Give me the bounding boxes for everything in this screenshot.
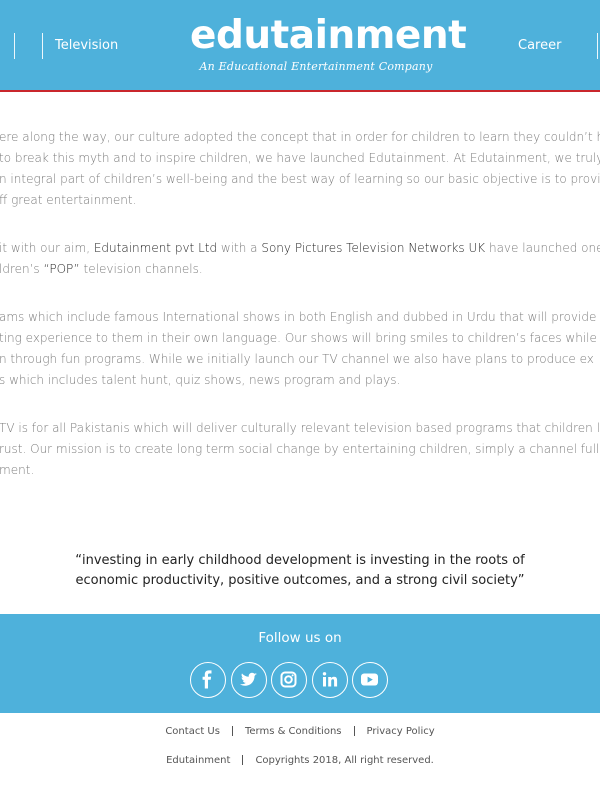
text-line: ff great entertainment. <box>0 193 137 207</box>
footer-brand: Edutainment <box>166 755 231 766</box>
partner-name: Sony Pictures Television Networks UK <box>261 241 486 255</box>
footer-copyright: Edutainment Copyrights 2018, All right re… <box>0 755 600 766</box>
copyright-text: Copyrights 2018, All right reserved. <box>255 755 434 766</box>
footer-separator <box>242 755 244 765</box>
text-fragment: ldren’s <box>0 262 44 276</box>
text-line: ting experience to them in their own lan… <box>0 331 600 345</box>
text-line: n through fun programs. While we initial… <box>0 352 594 366</box>
text-line: TV is for all Pakistanis which will deli… <box>0 421 600 435</box>
linkedin-icon[interactable] <box>312 662 348 698</box>
footer-separator <box>231 726 233 736</box>
nav-divider-left <box>14 33 15 59</box>
text-line: to break this myth and to inspire childr… <box>0 151 600 165</box>
facebook-icon[interactable] <box>190 662 226 698</box>
logo-tagline: An Educational Entertainment Company <box>199 60 433 73</box>
site-header: Television edutainment An Educational En… <box>0 0 600 92</box>
follow-us-section: Follow us on <box>0 614 600 713</box>
nav-divider-right <box>597 33 598 59</box>
footer-link-contact[interactable]: Contact Us <box>165 726 220 737</box>
text-line: it with our aim, Edutainment pvt Ltd wit… <box>0 237 600 259</box>
text-line: s which includes talent hunt, quiz shows… <box>0 373 401 387</box>
channel-name: “POP” <box>43 262 80 276</box>
instagram-icon[interactable] <box>271 662 307 698</box>
nav-divider-left-2 <box>42 33 43 59</box>
text-line: n integral part of children’s well-being… <box>0 172 600 186</box>
quote-line: “investing in early childhood developmen… <box>75 553 525 568</box>
text-line: ment. <box>0 463 35 477</box>
quote-line: economic productivity, positive outcomes… <box>75 573 525 588</box>
nav-career[interactable]: Career <box>518 38 561 53</box>
twitter-icon[interactable] <box>231 662 267 698</box>
footer-links: Contact Us Terms & Conditions Privacy Poli… <box>0 726 600 737</box>
text-line: ere along the way, our culture adopted t… <box>0 130 600 144</box>
footer-link-terms[interactable]: Terms & Conditions <box>245 726 342 737</box>
text-fragment: it with our aim, <box>0 241 94 255</box>
text-line: ams which include famous International s… <box>0 310 600 324</box>
logo-wordmark: edutainment <box>190 13 467 58</box>
text-line: ldren’s “POP” television channels. <box>0 258 203 280</box>
text-fragment: with a <box>217 241 262 255</box>
footer-link-privacy[interactable]: Privacy Policy <box>367 726 435 737</box>
youtube-icon[interactable] <box>352 662 388 698</box>
about-content: ere along the way, our culture adopted t… <box>0 94 600 614</box>
text-fragment: have launched one of <box>488 241 600 255</box>
text-line: rust. Our mission is to create long term… <box>0 442 600 456</box>
follow-us-title: Follow us on <box>258 630 342 646</box>
text-fragment: television channels. <box>79 262 203 276</box>
nav-television[interactable]: Television <box>55 38 118 53</box>
logo[interactable]: edutainment An Educational Entertainment… <box>190 13 467 80</box>
footer-separator <box>353 726 355 736</box>
company-name: Edutainment pvt Ltd <box>93 241 218 255</box>
